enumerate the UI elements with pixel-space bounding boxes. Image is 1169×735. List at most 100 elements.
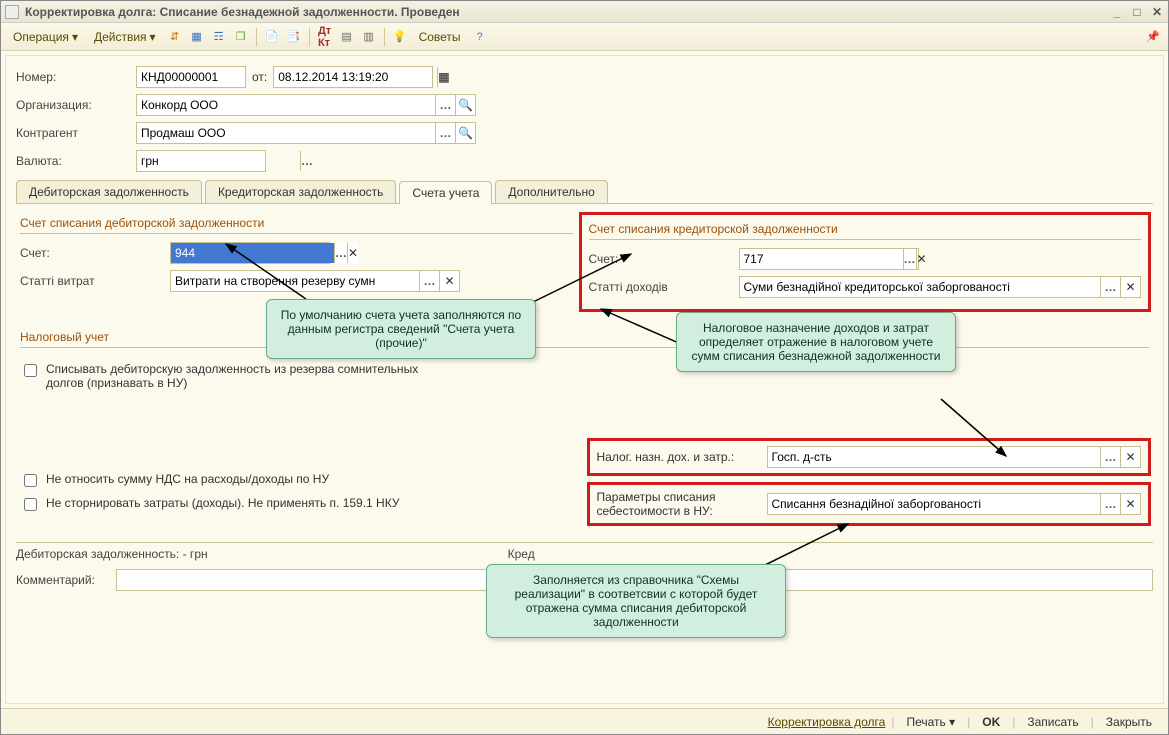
chk-reserve[interactable] <box>24 364 37 377</box>
tax-nazn-select-icon[interactable]: … <box>1100 447 1120 467</box>
debit-acc-input[interactable] <box>171 243 334 263</box>
credit-group-title: Счет списания кредиторской задолженности <box>589 220 1142 240</box>
tax-param-highlight: Параметры списания себестоимости в НУ: …… <box>589 484 1150 524</box>
toolbar-icon-1[interactable]: ⇵ <box>166 28 184 46</box>
number-field[interactable] <box>136 66 246 88</box>
credit-stat-select-icon[interactable]: … <box>1100 277 1120 297</box>
pin-icon[interactable]: 📌 <box>1144 28 1162 46</box>
date-input[interactable] <box>274 67 437 87</box>
chk-vat[interactable] <box>24 474 37 487</box>
date-field[interactable]: ▦ <box>273 66 433 88</box>
tax-param-input[interactable] <box>768 494 1101 514</box>
debit-group-title: Счет списания дебиторской задолженности <box>20 214 573 234</box>
actions-menu[interactable]: Действия ▾ <box>88 28 162 46</box>
toolbar-icon-6[interactable]: 📑 <box>285 28 303 46</box>
tax-param-select-icon[interactable]: … <box>1100 494 1120 514</box>
credit-stat-label: Статті доходів <box>589 280 739 294</box>
close-button[interactable]: ✕ <box>1150 5 1164 19</box>
counter-search-icon[interactable]: 🔍 <box>455 123 475 143</box>
number-label: Номер: <box>16 70 136 84</box>
org-select-icon[interactable]: … <box>435 95 455 115</box>
callout-2: Налоговое назначение доходов и затрат оп… <box>676 312 956 372</box>
debit-stat-select-icon[interactable]: … <box>419 271 439 291</box>
maximize-button[interactable]: □ <box>1130 5 1144 19</box>
credit-acc-input[interactable] <box>740 249 903 269</box>
org-search-icon[interactable]: 🔍 <box>455 95 475 115</box>
tax-param-label: Параметры списания себестоимости в НУ: <box>597 490 767 518</box>
tax-nazn-input[interactable] <box>768 447 1101 467</box>
tax-param-field[interactable]: … ✕ <box>767 493 1142 515</box>
app-window: Корректировка долга: Списание безнадежно… <box>0 0 1169 735</box>
chk-storno-label: Не сторнировать затраты (доходы). Не при… <box>46 496 399 510</box>
credit-summary: Кред <box>508 547 535 561</box>
callout-1: По умолчанию счета учета заполняются по … <box>266 299 536 359</box>
bottom-link[interactable]: Корректировка долга <box>768 715 886 729</box>
currency-field[interactable]: … <box>136 150 266 172</box>
chk-storno[interactable] <box>24 498 37 511</box>
minimize-button[interactable]: _ <box>1110 5 1124 19</box>
titlebar: Корректировка долга: Списание безнадежно… <box>1 1 1168 23</box>
debit-acc-field[interactable]: … ✕ <box>170 242 330 264</box>
tab-accounts[interactable]: Счета учета <box>399 181 492 204</box>
toolbar-icon-list[interactable]: ▤ <box>338 28 356 46</box>
debit-acc-select-icon[interactable]: … <box>334 243 347 263</box>
ok-button[interactable]: OK <box>976 713 1006 731</box>
org-field[interactable]: … 🔍 <box>136 94 476 116</box>
tab-debit[interactable]: Дебиторская задолженность <box>16 180 202 203</box>
from-label: от: <box>252 70 267 84</box>
save-button[interactable]: Записать <box>1021 713 1084 731</box>
counter-select-icon[interactable]: … <box>435 123 455 143</box>
debit-acc-label: Счет: <box>20 246 170 260</box>
counter-input[interactable] <box>137 123 435 143</box>
tips-button[interactable]: Советы <box>413 28 467 46</box>
tab-body: Счет списания дебиторской задолженности … <box>16 204 1153 534</box>
currency-input[interactable] <box>137 151 300 171</box>
content: Номер: от: ▦ Организация: … 🔍 Контрагент… <box>5 55 1164 704</box>
tax-nazn-clear-icon[interactable]: ✕ <box>1120 447 1140 467</box>
credit-stat-field[interactable]: … ✕ <box>739 276 1142 298</box>
credit-acc-clear-icon[interactable]: ✕ <box>916 249 927 269</box>
credit-stat-clear-icon[interactable]: ✕ <box>1120 277 1140 297</box>
print-button[interactable]: Печать ▾ <box>900 713 961 731</box>
tax-param-clear-icon[interactable]: ✕ <box>1120 494 1140 514</box>
chk-reserve-label: Списывать дебиторскую задолженность из р… <box>46 362 426 390</box>
toolbar-icon-7[interactable]: ▥ <box>360 28 378 46</box>
tab-credit[interactable]: Кредиторская задолженность <box>205 180 396 203</box>
debit-summary: Дебиторская задолженность: - грн <box>16 547 208 561</box>
counter-field[interactable]: … 🔍 <box>136 122 476 144</box>
document-icon <box>5 5 19 19</box>
toolbar-icon-5[interactable]: 📄 <box>263 28 281 46</box>
toolbar-icon-4[interactable]: ❐ <box>232 28 250 46</box>
operation-menu[interactable]: Операция ▾ <box>7 28 84 46</box>
bottom-bar: Корректировка долга | Печать ▾ | OK | За… <box>1 708 1168 734</box>
tax-nazn-field[interactable]: … ✕ <box>767 446 1142 468</box>
credit-acc-label: Счет: <box>589 252 739 266</box>
org-input[interactable] <box>137 95 435 115</box>
tax-nazn-label: Налог. назн. дох. и затр.: <box>597 450 767 464</box>
credit-acc-select-icon[interactable]: … <box>903 249 916 269</box>
debit-acc-clear-icon[interactable]: ✕ <box>347 243 358 263</box>
tips-icon: 💡 <box>391 28 409 46</box>
credit-group-highlight: Счет списания кредиторской задолженности… <box>581 214 1150 310</box>
calendar-icon[interactable]: ▦ <box>437 67 449 87</box>
debit-stat-input[interactable] <box>171 271 419 291</box>
tab-additional[interactable]: Дополнительно <box>495 180 607 203</box>
tabs: Дебиторская задолженность Кредиторская з… <box>16 180 1153 204</box>
close-button-bottom[interactable]: Закрыть <box>1100 713 1158 731</box>
tax-group-title: Налоговый учет <box>20 328 1149 348</box>
debit-stat-clear-icon[interactable]: ✕ <box>439 271 459 291</box>
toolbar-icon-3[interactable]: ☶ <box>210 28 228 46</box>
currency-label: Валюта: <box>16 154 136 168</box>
tax-section: Налоговый учет Списывать дебиторскую зад… <box>20 328 1149 524</box>
toolbar: Операция ▾ Действия ▾ ⇵ ▦ ☶ ❐ 📄 📑 ДтКт ▤… <box>1 23 1168 51</box>
toolbar-icon-dk[interactable]: ДтКт <box>316 28 334 46</box>
credit-acc-field[interactable]: … ✕ <box>739 248 919 270</box>
chk-vat-label: Не относить сумму НДС на расходы/доходы … <box>46 472 329 486</box>
toolbar-icon-2[interactable]: ▦ <box>188 28 206 46</box>
comment-label: Комментарий: <box>16 573 116 587</box>
credit-stat-input[interactable] <box>740 277 1101 297</box>
currency-select-icon[interactable]: … <box>300 151 313 171</box>
debit-stat-field[interactable]: … ✕ <box>170 270 460 292</box>
window-title: Корректировка долга: Списание безнадежно… <box>25 5 460 19</box>
help-icon[interactable]: ? <box>471 28 489 46</box>
